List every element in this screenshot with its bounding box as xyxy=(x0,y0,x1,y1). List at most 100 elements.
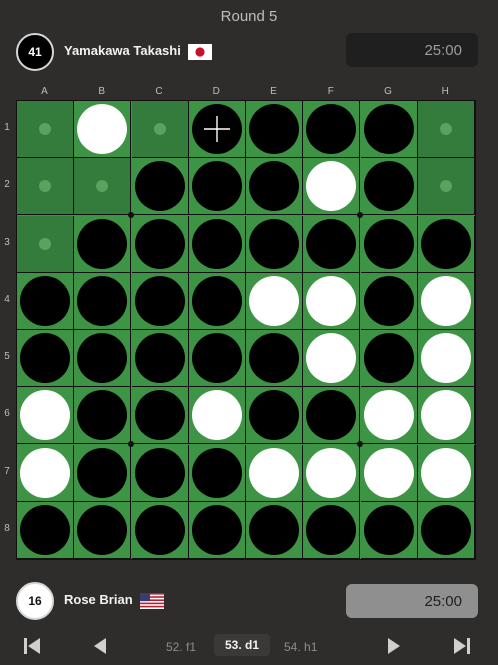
black-disc xyxy=(20,504,70,555)
board-cell-g3[interactable] xyxy=(360,215,418,273)
board-cell-g8[interactable] xyxy=(360,501,418,559)
board-cell-c1[interactable] xyxy=(131,101,189,158)
board-cell-b6[interactable] xyxy=(74,387,132,445)
black-clock: 25:00 xyxy=(346,33,478,67)
board-star-point xyxy=(128,212,134,218)
board-cell-g5[interactable] xyxy=(360,330,418,387)
board-cell-h7[interactable] xyxy=(417,444,475,502)
black-disc xyxy=(191,161,242,212)
board-cell-a3[interactable] xyxy=(17,215,74,273)
board-cell-a7[interactable] xyxy=(17,444,74,502)
player-white-row: 16 Rose Brian 25:00 xyxy=(0,580,498,624)
black-disc xyxy=(191,333,242,383)
board-cell-h3[interactable] xyxy=(417,215,475,273)
board-cell-c5[interactable] xyxy=(131,330,189,387)
white-disc xyxy=(420,333,471,383)
board-cell-d3[interactable] xyxy=(188,215,246,273)
prev-move-label[interactable]: 52. f1 xyxy=(166,640,196,654)
black-disc xyxy=(306,504,357,555)
white-disc xyxy=(306,275,357,326)
black-disc xyxy=(249,104,299,154)
board-cell-g1[interactable] xyxy=(360,101,418,158)
board-cell-b4[interactable] xyxy=(74,272,132,330)
board-cell-e1[interactable] xyxy=(246,101,303,158)
board-cell-d1[interactable] xyxy=(188,101,246,158)
board-cell-b8[interactable] xyxy=(74,501,132,559)
board-cell-a2[interactable] xyxy=(17,158,74,216)
column-label-c: C xyxy=(155,86,163,97)
first-move-icon[interactable] xyxy=(20,634,44,658)
board-cell-h4[interactable] xyxy=(417,272,475,330)
board-star-point xyxy=(128,441,134,447)
board-cell-b3[interactable] xyxy=(74,215,132,273)
board-cell-g6[interactable] xyxy=(360,387,418,445)
board-cell-b2[interactable] xyxy=(74,158,132,216)
board-cell-d8[interactable] xyxy=(188,501,246,559)
board-cell-f5[interactable] xyxy=(303,330,361,387)
black-disc xyxy=(191,504,242,555)
board-cell-f6[interactable] xyxy=(303,387,361,445)
black-disc xyxy=(77,275,128,326)
board-cell-d4[interactable] xyxy=(188,272,246,330)
board-cell-c4[interactable] xyxy=(131,272,189,330)
board-cell-a1[interactable] xyxy=(17,101,74,158)
black-disc-count: 41 xyxy=(16,33,54,71)
black-disc xyxy=(363,275,414,326)
board-cell-h2[interactable] xyxy=(417,158,475,216)
board-cell-c7[interactable] xyxy=(131,444,189,502)
board-cell-f3[interactable] xyxy=(303,215,361,273)
current-move-label[interactable]: 53. d1 xyxy=(214,634,270,656)
board-cell-f8[interactable] xyxy=(303,501,361,559)
board-cell-e4[interactable] xyxy=(246,272,303,330)
board-cell-h6[interactable] xyxy=(417,387,475,445)
board-cell-a4[interactable] xyxy=(17,272,74,330)
board-cell-f2[interactable] xyxy=(303,158,361,216)
board-cell-f1[interactable] xyxy=(303,101,361,158)
white-disc xyxy=(249,447,299,498)
board-cell-a8[interactable] xyxy=(17,501,74,559)
next-move-label[interactable]: 54. h1 xyxy=(284,640,317,654)
black-disc xyxy=(363,218,414,269)
white-disc xyxy=(77,104,128,154)
board-cell-d2[interactable] xyxy=(188,158,246,216)
board-cell-d6[interactable] xyxy=(188,387,246,445)
black-disc xyxy=(134,504,185,555)
column-label-b: B xyxy=(98,86,106,97)
board-cell-g7[interactable] xyxy=(360,444,418,502)
board-cell-e3[interactable] xyxy=(246,215,303,273)
prev-move-icon[interactable] xyxy=(88,634,112,658)
board-cell-e7[interactable] xyxy=(246,444,303,502)
board-cell-e8[interactable] xyxy=(246,501,303,559)
board-cell-c6[interactable] xyxy=(131,387,189,445)
board-cell-c2[interactable] xyxy=(131,158,189,216)
board-cell-c3[interactable] xyxy=(131,215,189,273)
row-label-3: 3 xyxy=(4,236,10,248)
board-cell-d5[interactable] xyxy=(188,330,246,387)
legal-move-hint-icon xyxy=(153,123,166,135)
board-cell-b7[interactable] xyxy=(74,444,132,502)
board-cell-b5[interactable] xyxy=(74,330,132,387)
black-disc xyxy=(77,333,128,383)
board-cell-e2[interactable] xyxy=(246,158,303,216)
black-disc xyxy=(363,333,414,383)
board-cell-c8[interactable] xyxy=(131,501,189,559)
board-cell-b1[interactable] xyxy=(74,101,132,158)
last-move-icon[interactable] xyxy=(450,634,474,658)
column-label-h: H xyxy=(441,86,449,97)
board-cell-a6[interactable] xyxy=(17,387,74,445)
board-cell-h8[interactable] xyxy=(417,501,475,559)
black-disc xyxy=(363,104,414,154)
board-cell-a5[interactable] xyxy=(17,330,74,387)
board-cell-f7[interactable] xyxy=(303,444,361,502)
board-cell-d7[interactable] xyxy=(188,444,246,502)
board-cell-e6[interactable] xyxy=(246,387,303,445)
board-cell-g2[interactable] xyxy=(360,158,418,216)
black-disc xyxy=(420,218,471,269)
next-move-icon[interactable] xyxy=(382,634,406,658)
board-cell-g4[interactable] xyxy=(360,272,418,330)
board-cell-f4[interactable] xyxy=(303,272,361,330)
board-cell-e5[interactable] xyxy=(246,330,303,387)
board-cell-h5[interactable] xyxy=(417,330,475,387)
legal-move-hint-icon xyxy=(39,237,51,250)
board-cell-h1[interactable] xyxy=(417,101,475,158)
